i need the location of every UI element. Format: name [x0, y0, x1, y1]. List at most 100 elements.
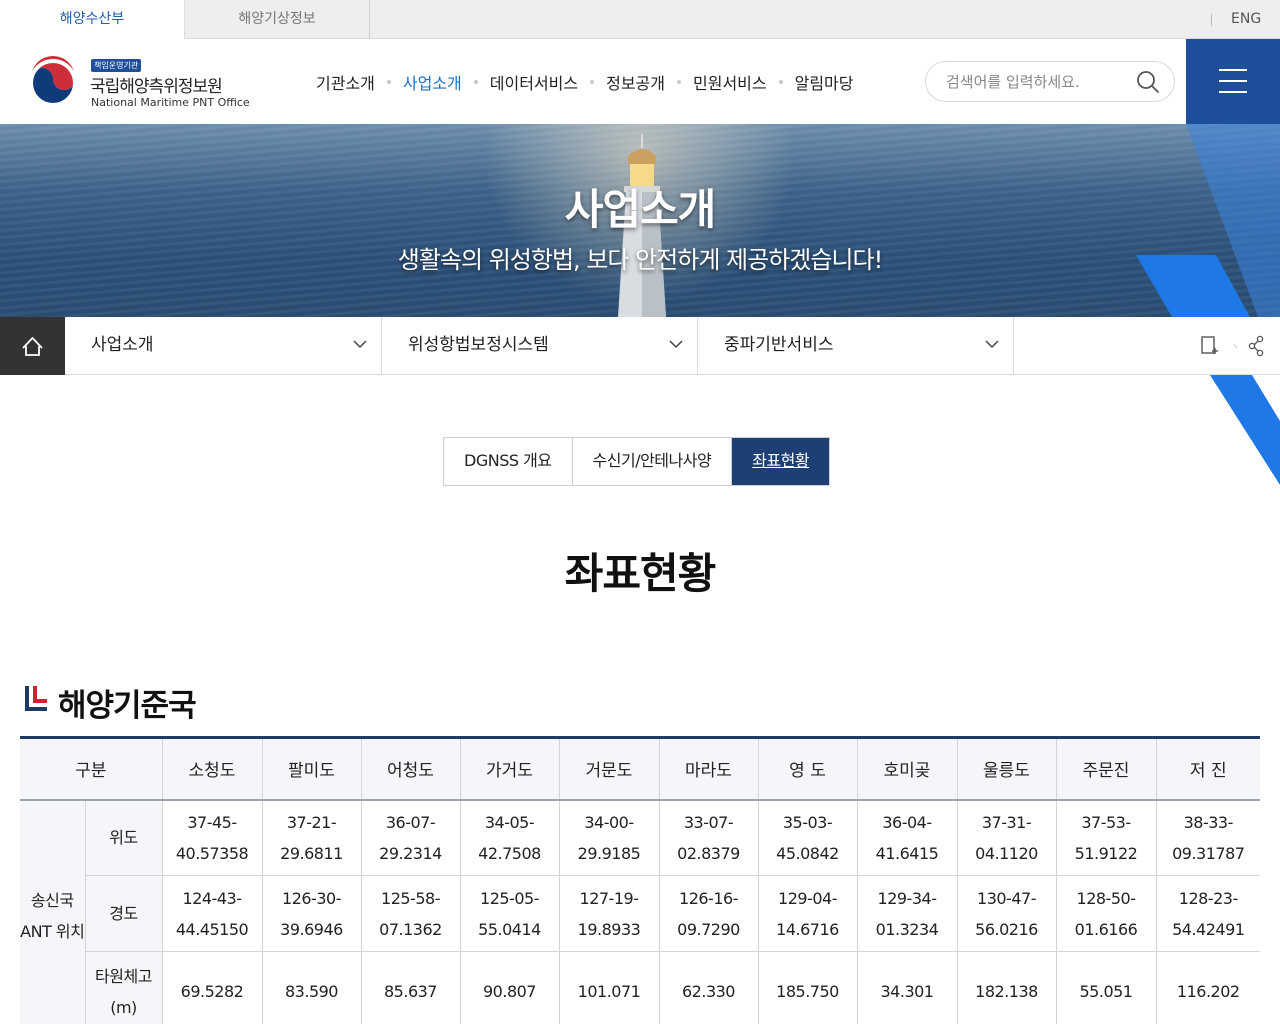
table-cell: 85.637	[360, 951, 461, 1024]
cell-value-line: 62.330	[682, 982, 735, 1001]
cell-value-line: 83.590	[285, 982, 338, 1001]
page-title: 좌표현황	[564, 549, 717, 598]
cell-value-line: 37-31-	[981, 812, 1032, 832]
cell-value-line: 07.1362	[379, 919, 442, 939]
cell-value-line: 14.6716	[776, 919, 839, 939]
location-dropdown-level1[interactable]: 사업소개	[65, 317, 382, 375]
table-cell: 55.051	[1055, 951, 1157, 1024]
org-name-en: National Maritime PNT Office	[91, 96, 250, 109]
column-header: 마라도	[658, 736, 759, 801]
column-header: 팔미도	[261, 736, 362, 801]
cell-value-line: 34-05-	[484, 812, 535, 832]
cell-value-line: 39.6946	[280, 919, 343, 939]
language-eng-link[interactable]: ENG	[1231, 0, 1261, 39]
table-cell: 35-03- 45.0842	[757, 799, 858, 876]
table-cell: 182.138	[956, 951, 1057, 1024]
nav-item-info-disclosure[interactable]: 정보공개	[606, 70, 665, 94]
table-cell: 129-04- 14.6716	[757, 875, 858, 952]
tab-dgnss-overview[interactable]: DGNSS 개요	[444, 438, 573, 485]
chevron-down-icon	[985, 340, 999, 349]
cell-value-line: 38-33-	[1183, 812, 1234, 832]
home-button[interactable]	[0, 317, 65, 375]
nav-separator	[778, 79, 783, 84]
cell-value-line: 129-34-	[877, 888, 937, 908]
nav-item-about[interactable]: 기관소개	[316, 70, 375, 94]
cell-value-line: 128-23-	[1178, 888, 1238, 908]
cell-value-line: 55.051	[1079, 982, 1133, 1001]
cell-value-line: 126-16-	[679, 888, 738, 908]
hamburger-icon	[1219, 69, 1247, 71]
table-cell: 34.301	[856, 951, 958, 1024]
table-cell: 129-34- 01.3234	[856, 875, 958, 952]
nav-item-business[interactable]: 사업소개	[403, 70, 462, 94]
table-cell: 127-19- 19.8933	[558, 875, 660, 952]
table-cell: 37-53- 51.9122	[1055, 799, 1157, 876]
nav-item-civil-service[interactable]: 민원서비스	[693, 70, 767, 94]
tab-marine-weather[interactable]: 해양기상정보	[185, 0, 370, 39]
nav-separator	[677, 79, 681, 84]
site-logo[interactable]: 책임운영기관 국립해양측위정보원 National Maritime PNT O…	[27, 56, 257, 111]
org-name-ko: 국립해양측위정보원	[90, 77, 223, 97]
site-header: 책임운영기관 국립해양측위정보원 National Maritime PNT O…	[0, 39, 1280, 124]
column-header: 소청도	[161, 736, 263, 801]
cell-value-line: 34-00-	[584, 812, 634, 832]
table-cell: 101.071	[558, 951, 660, 1024]
location-level1-label: 사업소개	[91, 335, 154, 355]
column-header: 구분	[20, 736, 163, 801]
row-group-label: 송신국 ANT 위치	[20, 799, 86, 1024]
cell-value-line: 37-45-	[187, 812, 237, 832]
table-cell: 38-33- 09.31787	[1155, 799, 1260, 876]
tab-receiver-antenna-spec[interactable]: 수신기/안테나사양	[573, 438, 733, 485]
hero-subtitle: 생활속의 위성항법, 보다 안전하게 제공하겠습니다!	[397, 246, 883, 274]
cell-value-line: 02.8379	[677, 843, 740, 863]
table-cell: 34-00- 29.9185	[558, 799, 660, 876]
cell-value-line: 37-21-	[286, 812, 337, 832]
table-cell: 125-05- 55.0414	[459, 875, 560, 952]
share-icon[interactable]	[1248, 335, 1264, 357]
tab-mof[interactable]: 해양수산부	[0, 0, 185, 40]
table-cell: 37-45- 40.57358	[161, 799, 263, 876]
row-label: 위도	[84, 799, 163, 876]
table-cell: 34-05- 42.7508	[459, 799, 560, 876]
search-input[interactable]	[946, 72, 1126, 92]
nav-separator	[473, 79, 478, 84]
table-cell: 36-07- 29.2314	[360, 799, 461, 876]
cell-value-line: 04.1120	[975, 843, 1038, 863]
hamburger-menu-button[interactable]	[1186, 39, 1280, 124]
cell-value-line: 29.9185	[577, 843, 641, 863]
tab-coordinates[interactable]: 좌표현황	[732, 438, 830, 485]
table-cell: 124-43- 44.45150	[161, 875, 263, 952]
table-cell: 130-47- 56.0216	[956, 875, 1057, 952]
content-tabs: DGNSS 개요 수신기/안테나사양 좌표현황	[443, 437, 831, 486]
cell-value-line: 126-30-	[282, 888, 341, 908]
column-header: 거문도	[558, 736, 660, 801]
column-header: 저 진	[1155, 736, 1260, 801]
location-dropdown-level2[interactable]: 위성항법보정시스템	[382, 317, 698, 375]
section-bullet-icon	[25, 686, 47, 711]
search-box	[925, 61, 1175, 102]
print-icon[interactable]	[1201, 336, 1218, 354]
taegeuk-emblem-icon	[27, 56, 79, 108]
table-cell: 83.590	[261, 951, 362, 1024]
nav-item-notice[interactable]: 알림마당	[795, 70, 854, 94]
table-cell: 90.807	[459, 951, 560, 1024]
column-header: 주문진	[1055, 736, 1157, 801]
cell-value-line: 09.7290	[677, 919, 740, 939]
cell-value-line: 44.45150	[175, 919, 249, 939]
hamburger-icon	[1219, 80, 1247, 82]
location-bar: 사업소개 위성항법보정시스템 중파기반서비스	[0, 317, 1280, 375]
table-cell: 185.750	[757, 951, 858, 1024]
nav-separator	[386, 79, 391, 84]
cell-value-line: 33-07-	[683, 812, 734, 832]
cell-value-line: 69.5282	[180, 982, 244, 1001]
location-dropdown-level3[interactable]: 중파기반서비스	[698, 317, 1014, 375]
section-title: 해양기준국	[58, 688, 197, 724]
table-cell: 125-58- 07.1362	[360, 875, 461, 952]
cell-value-line: 37-53-	[1081, 812, 1131, 832]
table-header-row: 구분 소청도 팔미도 어청도 가거도 거문도 마라도 영 도 호미곶 울릉도 주문진 저 진	[20, 736, 1260, 801]
cell-value-line: 09.31787	[1172, 843, 1245, 863]
cell-value-line: 35-03-	[782, 812, 833, 832]
hero-title: 사업소개	[564, 185, 717, 234]
nav-item-data-service[interactable]: 데이터서비스	[490, 70, 578, 94]
search-icon[interactable]	[1136, 70, 1160, 94]
